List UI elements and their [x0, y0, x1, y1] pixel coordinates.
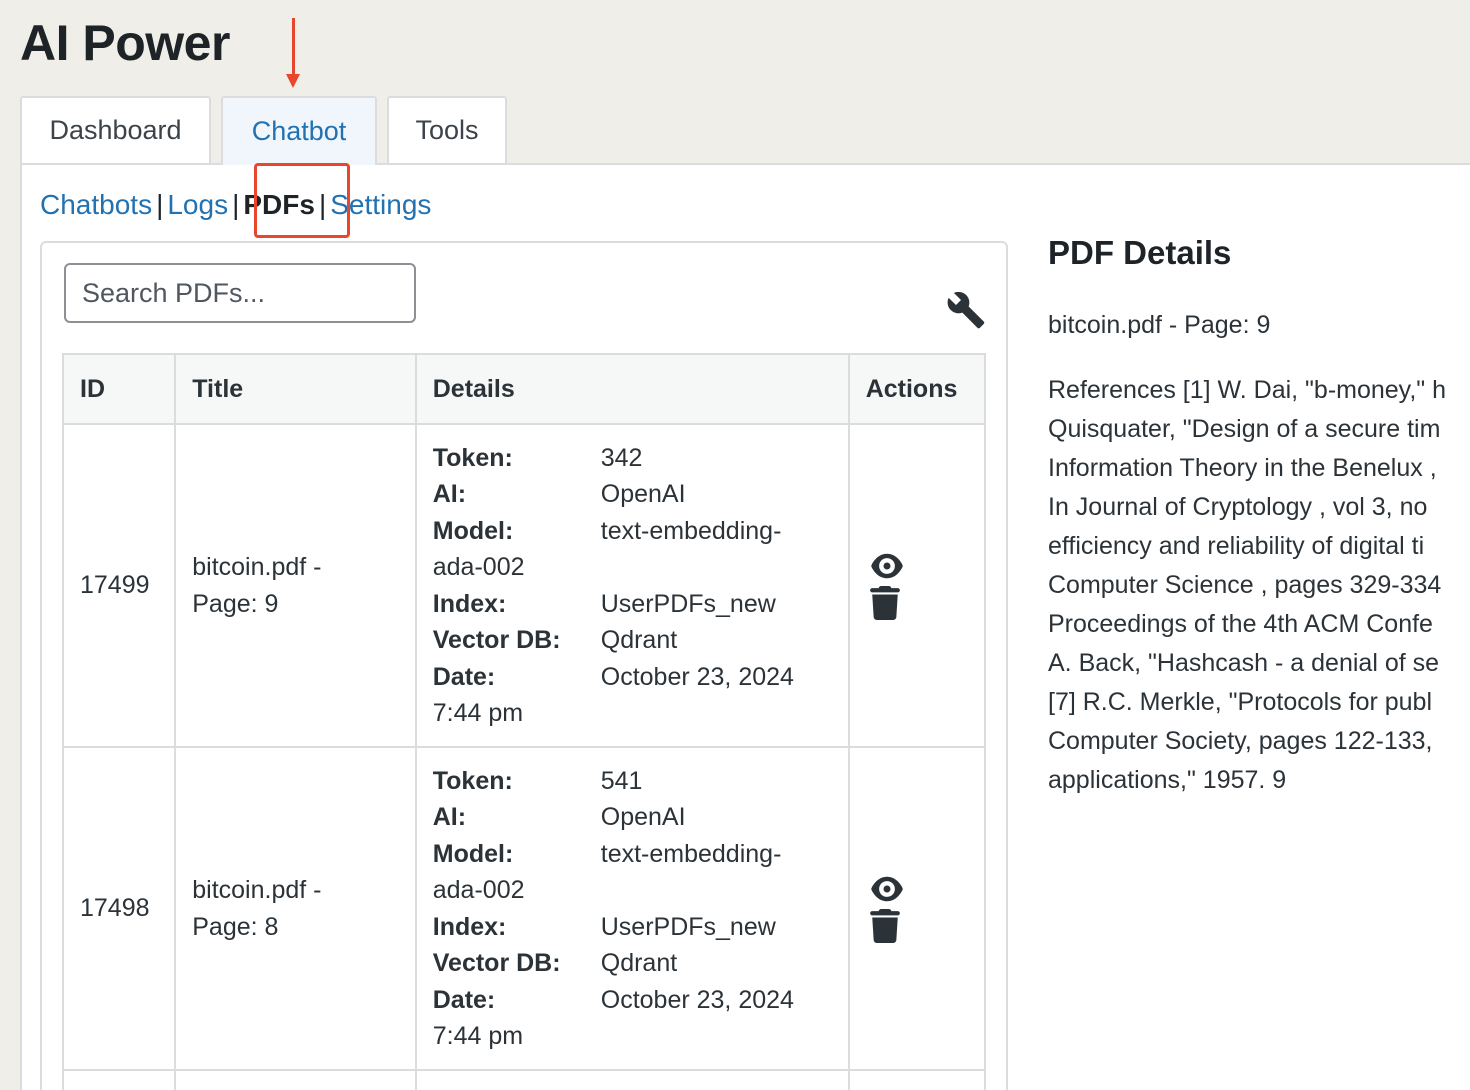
- table-row: [61, 1069, 987, 1090]
- row-id: 17499: [61, 423, 177, 748]
- tab-dashboard[interactable]: Dashboard: [20, 96, 211, 163]
- subnav-pdfs-current[interactable]: PDFs: [243, 189, 315, 220]
- ai-label: AI:: [432, 480, 467, 508]
- subnav-chatbots-link[interactable]: Chatbots: [40, 189, 152, 220]
- vector-db-label: Vector DB:: [432, 626, 561, 654]
- row-details: Token: 342 AI: OpenAI Model: text-embedding…: [414, 423, 850, 748]
- index-label: Index:: [432, 589, 507, 618]
- app-title: AI Power: [20, 15, 230, 71]
- column-header-actions: Actions: [847, 353, 987, 425]
- model-label: Model:: [432, 839, 514, 868]
- row-actions: [847, 746, 987, 1071]
- row-id: 17498: [61, 746, 177, 1071]
- token-label: Token:: [432, 443, 513, 472]
- index-label: Index:: [432, 912, 507, 941]
- model-value: text-embedding-: [600, 839, 782, 868]
- pdf-details-content: References [1] W. Dai, "b-money," h Quis…: [1048, 376, 1446, 794]
- trash-icon[interactable]: [868, 585, 902, 620]
- vector-db-value: Qdrant: [600, 626, 678, 654]
- index-value: UserPDFs_new: [600, 589, 776, 618]
- wrench-icon[interactable]: [946, 290, 986, 330]
- time-value: 7:44 pm: [432, 1022, 524, 1050]
- row-title-line: bitcoin.pdf -: [192, 875, 322, 904]
- date-label: Date:: [432, 662, 496, 691]
- subnav-separator: |: [318, 189, 327, 220]
- table-header-row: ID Title Details Actions: [61, 353, 987, 425]
- model-value-continued: ada-002: [432, 553, 525, 581]
- time-value: 7:44 pm: [432, 699, 524, 727]
- column-header-details: Details: [414, 353, 850, 425]
- subnav-separator: |: [156, 189, 164, 220]
- sub-navigation: Chatbots | Logs | PDFs | Settings: [40, 185, 431, 225]
- date-label: Date:: [432, 985, 496, 1014]
- row-actions: [847, 423, 987, 748]
- token-label: Token:: [432, 766, 513, 795]
- vector-db-label: Vector DB:: [432, 949, 561, 977]
- subnav-logs-link[interactable]: Logs: [167, 189, 228, 220]
- model-label: Model:: [432, 516, 514, 545]
- token-value: 342: [600, 443, 643, 472]
- annotation-arrow: [292, 18, 295, 76]
- row-details: Token: 541 AI: OpenAI Model: text-embedding…: [414, 746, 850, 1071]
- row-title-line: Page: 9: [192, 589, 279, 618]
- vector-db-value: Qdrant: [600, 949, 678, 977]
- search-pdfs-input[interactable]: [64, 263, 416, 323]
- annotation-arrow-head: [286, 74, 300, 88]
- date-value: October 23, 2024: [600, 985, 794, 1014]
- model-value: text-embedding-: [600, 516, 782, 545]
- pdf-details-title: PDF Details: [1048, 234, 1232, 271]
- date-value: October 23, 2024: [600, 662, 794, 691]
- table-row: 17498 bitcoin.pdf - Page: 8 Token: 541 AI…: [61, 746, 987, 1071]
- row-title: bitcoin.pdf - Page: 9: [174, 423, 417, 748]
- model-value-continued: ada-002: [432, 876, 525, 904]
- ai-label: AI:: [432, 803, 467, 831]
- column-header-title: Title: [174, 353, 417, 425]
- ai-value: OpenAI: [600, 803, 686, 831]
- ai-value: OpenAI: [600, 480, 686, 508]
- pdf-details-subtitle: bitcoin.pdf - Page: 9: [1048, 311, 1271, 339]
- pdfs-table: ID Title Details Actions 17499 bitcoin.p…: [61, 353, 987, 1090]
- eye-icon[interactable]: [868, 875, 906, 903]
- table-row: 17499 bitcoin.pdf - Page: 9 Token: 342 AI…: [61, 423, 987, 748]
- eye-icon[interactable]: [868, 552, 906, 580]
- tab-tools[interactable]: Tools: [387, 96, 507, 163]
- row-title-line: Page: 8: [192, 912, 279, 941]
- row-title: bitcoin.pdf - Page: 8: [174, 746, 417, 1071]
- tab-chatbot[interactable]: Chatbot: [221, 96, 377, 165]
- subnav-separator: |: [232, 189, 240, 220]
- token-value: 541: [600, 766, 643, 795]
- trash-icon[interactable]: [868, 908, 902, 943]
- page: AI Power Dashboard Chatbot Tools Chatbot…: [0, 0, 1470, 1090]
- column-header-id: ID: [61, 353, 177, 425]
- subnav-settings-link[interactable]: Settings: [330, 189, 431, 220]
- row-title-line: bitcoin.pdf -: [192, 552, 322, 581]
- index-value: UserPDFs_new: [600, 912, 776, 941]
